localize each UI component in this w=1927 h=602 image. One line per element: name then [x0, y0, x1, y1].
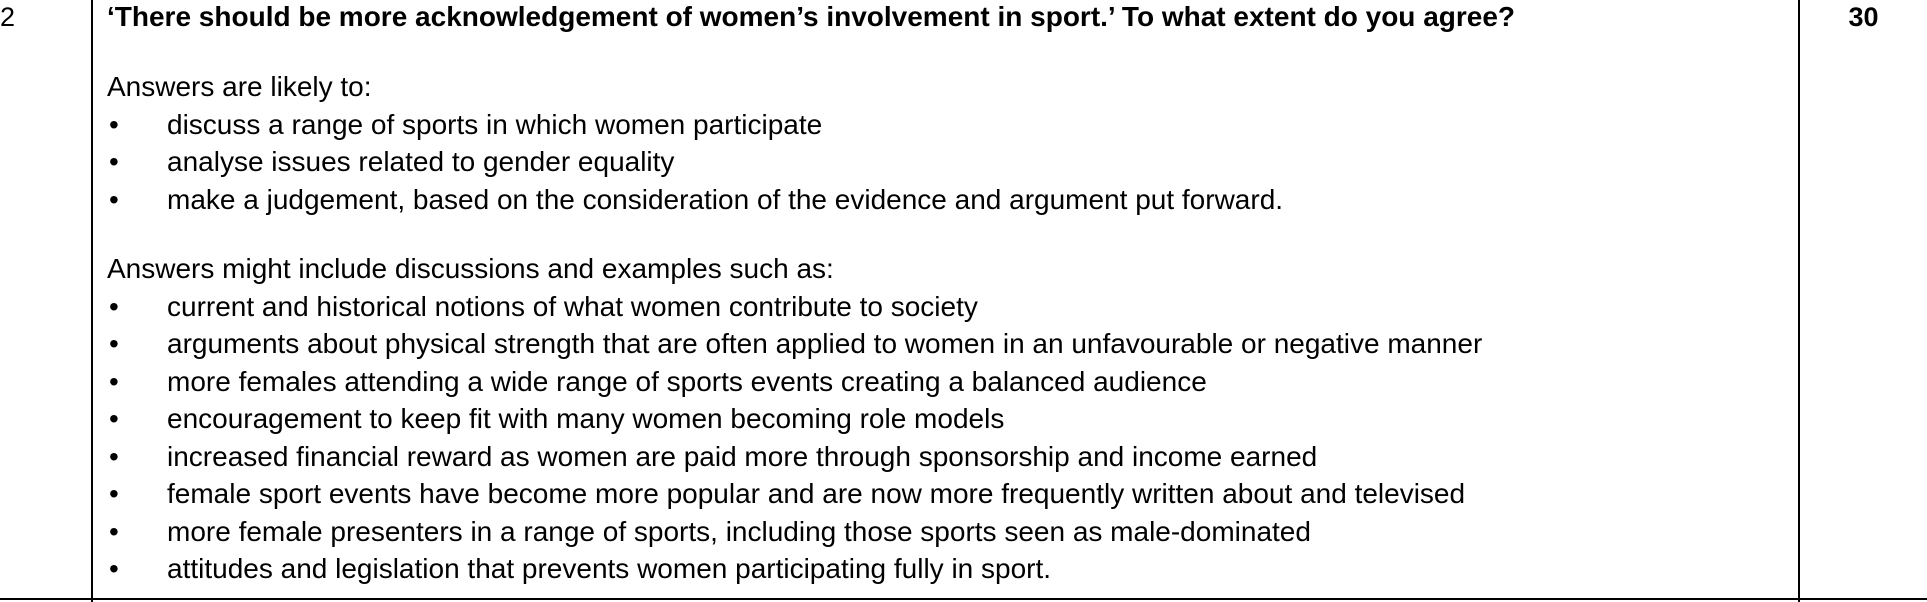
list-item: • analyse issues related to gender equali…: [107, 143, 1787, 181]
section2-bullet-list: • current and historical notions of what …: [107, 288, 1787, 588]
list-item-text: make a judgement, based on the considera…: [167, 183, 1284, 215]
bullet-icon: •: [109, 146, 119, 177]
bullet-icon: •: [109, 365, 119, 397]
column-divider-right: [1798, 0, 1800, 602]
list-item: • female sport events have become more po…: [107, 475, 1787, 513]
list-item-text: attitudes and legislation that prevents …: [167, 553, 1052, 584]
list-item-text: arguments about physical strength that a…: [167, 328, 1483, 359]
bullet-icon: •: [109, 403, 119, 434]
bullet-icon: •: [109, 328, 119, 359]
list-item: • attitudes and legislation that prevents…: [107, 550, 1787, 588]
list-item: • current and historical notions of what …: [107, 288, 1787, 326]
section1-intro: Answers are likely to:: [107, 71, 372, 102]
mark-scheme-table: 2 ‘There should be more acknowledgement …: [0, 0, 1927, 602]
list-item-text: analyse issues related to gender equalit…: [167, 146, 675, 177]
list-item: • increased financial reward as women are…: [107, 438, 1787, 476]
question-title: ‘There should be more acknowledgement of…: [107, 1, 1516, 32]
list-item-text: discuss a range of sports in which women…: [167, 108, 823, 140]
bullet-icon: •: [109, 290, 119, 322]
bullet-icon: •: [109, 108, 119, 140]
bullet-icon: •: [109, 515, 119, 547]
question-marks: 30: [1848, 2, 1879, 32]
list-item: • make a judgement, based on the consider…: [107, 181, 1787, 219]
list-item-text: encouragement to keep fit with many wome…: [167, 403, 1005, 434]
table-bottom-border: [0, 598, 1927, 600]
list-item-text: increased financial reward as women are …: [167, 440, 1318, 472]
question-content: ‘There should be more acknowledgement of…: [107, 0, 1787, 588]
bullet-icon: •: [109, 553, 119, 584]
column-divider-left: [91, 0, 93, 602]
section2-intro: Answers might include discussions and ex…: [107, 253, 834, 284]
list-item-text: more females attending a wide range of s…: [167, 365, 1207, 397]
bullet-icon: •: [109, 478, 119, 509]
bullet-icon: •: [109, 440, 119, 472]
section1-bullet-list: • discuss a range of sports in which wome…: [107, 106, 1787, 219]
list-item: • more female presenters in a range of sp…: [107, 513, 1787, 551]
list-item: • more females attending a wide range of …: [107, 363, 1787, 401]
list-item: • discuss a range of sports in which wome…: [107, 106, 1787, 144]
question-number: 2: [0, 2, 16, 32]
list-item: • encouragement to keep fit with many wom…: [107, 400, 1787, 438]
bullet-icon: •: [109, 183, 119, 215]
list-item-text: female sport events have become more pop…: [167, 478, 1466, 509]
list-item-text: more female presenters in a range of spo…: [167, 515, 1311, 547]
list-item-text: current and historical notions of what w…: [167, 290, 978, 322]
list-item: • arguments about physical strength that …: [107, 325, 1787, 363]
